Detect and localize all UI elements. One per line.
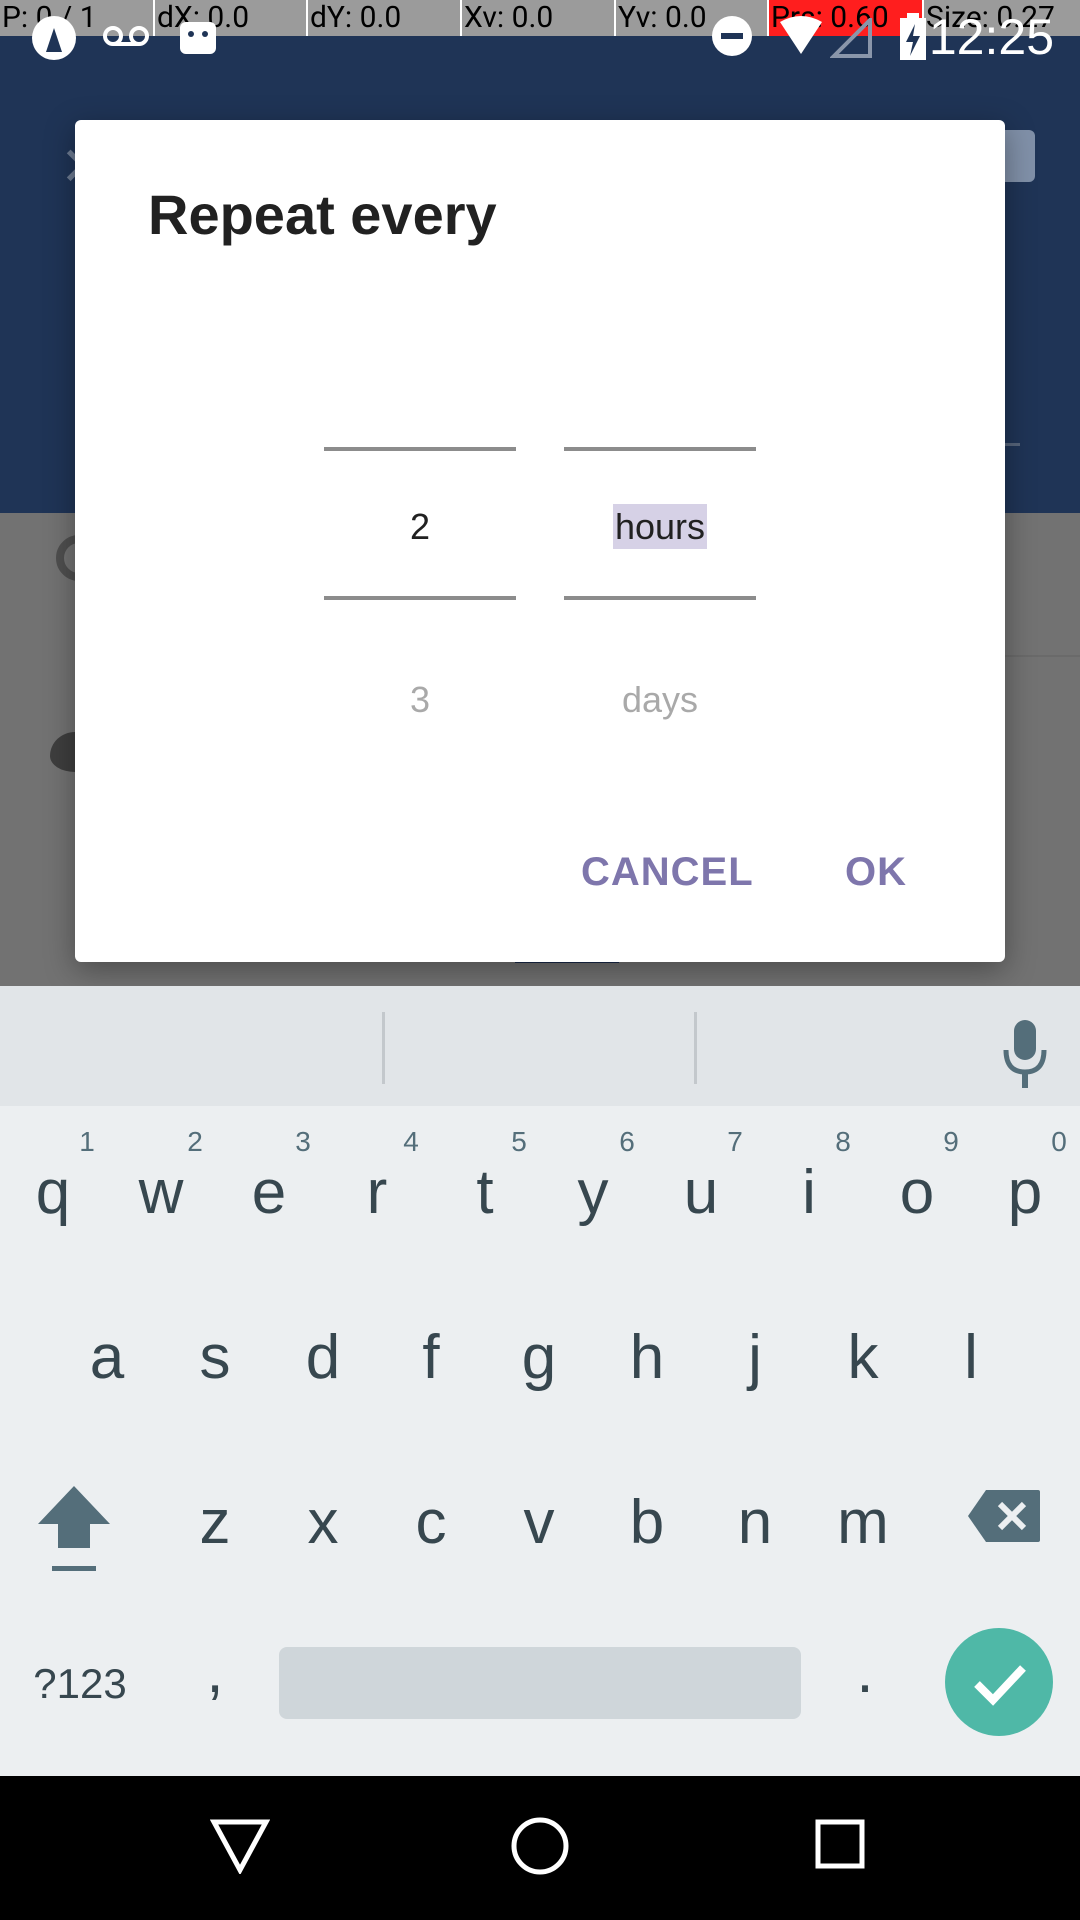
back-icon[interactable] bbox=[210, 1818, 270, 1874]
key-t[interactable]: t bbox=[440, 1157, 530, 1228]
picker-divider-top bbox=[564, 447, 756, 451]
voicemail-icon bbox=[103, 26, 149, 46]
key-q[interactable]: q bbox=[8, 1157, 98, 1228]
key-z[interactable]: z bbox=[170, 1487, 260, 1558]
unit-picker-next[interactable]: days bbox=[564, 675, 756, 725]
key-hint-0: 0 bbox=[1051, 1126, 1067, 1157]
key-r[interactable]: r bbox=[332, 1157, 422, 1228]
debug-xv: Xv: 0.0 bbox=[462, 0, 616, 36]
symbols-key[interactable]: ?123 bbox=[20, 1660, 140, 1708]
number-picker-next[interactable]: 3 bbox=[324, 675, 516, 725]
picker-divider-top bbox=[324, 447, 516, 451]
key-hint-5: 5 bbox=[511, 1126, 527, 1157]
wifi-icon bbox=[780, 16, 822, 54]
key-g[interactable]: g bbox=[494, 1322, 584, 1393]
microphone-icon[interactable] bbox=[1000, 1016, 1050, 1096]
dialog-title: Repeat every bbox=[148, 183, 497, 246]
space-bar[interactable] bbox=[279, 1647, 801, 1719]
checkmark-icon bbox=[974, 1665, 1026, 1706]
key-hint-3: 3 bbox=[295, 1126, 311, 1157]
key-hint-2: 2 bbox=[187, 1126, 203, 1157]
key-e[interactable]: e bbox=[224, 1157, 314, 1228]
soft-keyboard: q w e r t y u i o p 1 2 3 4 5 6 7 8 9 0 … bbox=[0, 986, 1080, 1776]
suggestion-divider bbox=[694, 1012, 697, 1084]
key-u[interactable]: u bbox=[656, 1157, 746, 1228]
repeat-every-dialog: Repeat every 2 3 hours days CANCEL OK bbox=[75, 120, 1005, 962]
app-notification-icon bbox=[32, 16, 76, 60]
status-bar: P: 0 / 1 dX: 0.0 dY: 0.0 Xv: 0.0 Yv: 0.0… bbox=[0, 0, 1080, 72]
recents-icon[interactable] bbox=[814, 1818, 866, 1870]
key-f[interactable]: f bbox=[386, 1322, 476, 1393]
navigation-bar bbox=[0, 1776, 1080, 1920]
do-not-disturb-icon bbox=[712, 16, 752, 56]
key-o[interactable]: o bbox=[872, 1157, 962, 1228]
battery-charging-icon bbox=[900, 13, 926, 60]
signal-icon bbox=[830, 18, 872, 58]
unit-picker-selected[interactable]: hours bbox=[612, 504, 708, 549]
key-l[interactable]: l bbox=[926, 1322, 1016, 1393]
key-h[interactable]: h bbox=[602, 1322, 692, 1393]
picker-divider-bottom bbox=[324, 596, 516, 600]
key-m[interactable]: m bbox=[818, 1487, 908, 1558]
unit-picker-selected-wrapper[interactable]: hours bbox=[564, 502, 756, 552]
key-d[interactable]: d bbox=[278, 1322, 368, 1393]
key-b[interactable]: b bbox=[602, 1487, 692, 1558]
suggestion-divider bbox=[382, 1012, 385, 1084]
key-n[interactable]: n bbox=[710, 1487, 800, 1558]
done-key[interactable] bbox=[945, 1628, 1053, 1736]
key-i[interactable]: i bbox=[764, 1157, 854, 1228]
home-icon[interactable] bbox=[510, 1816, 570, 1876]
backspace-icon[interactable] bbox=[966, 1488, 1042, 1544]
picker-divider-bottom bbox=[564, 596, 756, 600]
key-hint-7: 7 bbox=[727, 1126, 743, 1157]
key-w[interactable]: w bbox=[116, 1157, 206, 1228]
key-x[interactable]: x bbox=[278, 1487, 368, 1558]
key-hint-1: 1 bbox=[79, 1126, 95, 1157]
cancel-button[interactable]: CANCEL bbox=[581, 850, 754, 895]
key-p[interactable]: p bbox=[980, 1157, 1070, 1228]
key-a[interactable]: a bbox=[62, 1322, 152, 1393]
key-c[interactable]: c bbox=[386, 1487, 476, 1558]
suggestion-strip bbox=[0, 986, 1080, 1106]
number-picker-selected[interactable]: 2 bbox=[324, 502, 516, 552]
key-hint-8: 8 bbox=[835, 1126, 851, 1157]
clock-time: 12:25 bbox=[928, 9, 1054, 65]
ok-button[interactable]: OK bbox=[845, 850, 907, 895]
key-s[interactable]: s bbox=[170, 1322, 260, 1393]
period-key[interactable]: . bbox=[825, 1636, 905, 1707]
comma-key[interactable]: , bbox=[175, 1636, 255, 1707]
key-hint-4: 4 bbox=[403, 1126, 419, 1157]
android-icon bbox=[180, 22, 216, 54]
key-y[interactable]: y bbox=[548, 1157, 638, 1228]
key-k[interactable]: k bbox=[818, 1322, 908, 1393]
shift-icon[interactable] bbox=[36, 1484, 112, 1574]
debug-dy: dY: 0.0 bbox=[308, 0, 462, 36]
key-hint-9: 9 bbox=[943, 1126, 959, 1157]
key-v[interactable]: v bbox=[494, 1487, 584, 1558]
key-hint-6: 6 bbox=[619, 1126, 635, 1157]
background-divider bbox=[1000, 655, 1080, 657]
key-j[interactable]: j bbox=[710, 1322, 800, 1393]
